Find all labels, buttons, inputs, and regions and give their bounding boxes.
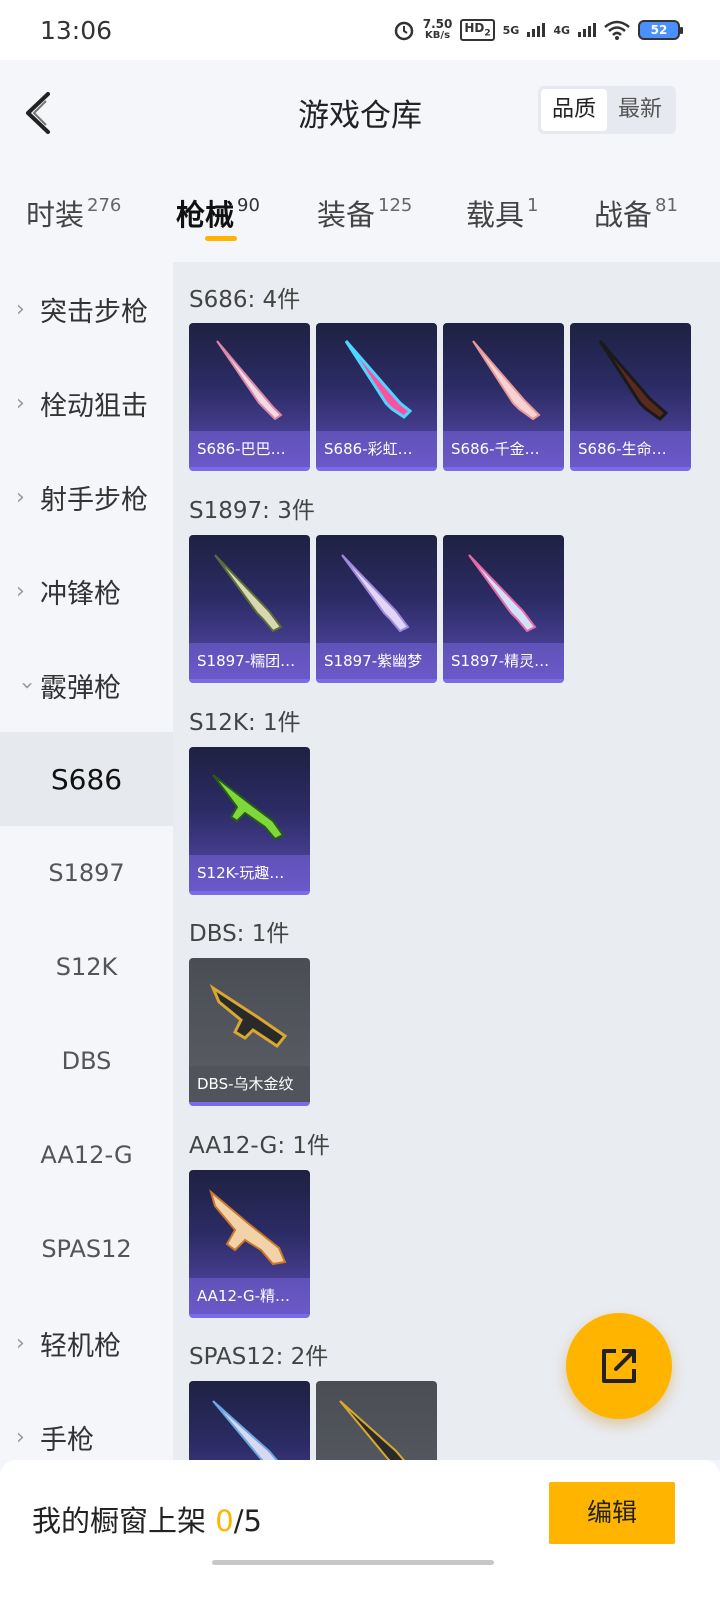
- item-card[interactable]: S1897-紫幽梦: [316, 535, 437, 683]
- sidebar-subitem-s686[interactable]: S686: [0, 732, 173, 826]
- status-icons: 7.50 KB/s HD2 5G 4G 52: [393, 17, 683, 42]
- shotgun-skin-icon: [209, 1189, 287, 1266]
- sidebar-item-smg[interactable]: › 冲锋枪: [0, 544, 173, 638]
- item-card[interactable]: [316, 1381, 437, 1460]
- shotgun-skin-icon: [472, 340, 541, 421]
- signal-5g-label: 5G: [502, 23, 520, 37]
- sidebar-subitem-s12k[interactable]: S12K: [0, 920, 173, 1014]
- share-external-icon: [602, 1349, 636, 1383]
- battery-icon: 52: [638, 20, 683, 40]
- chevron-right-icon: ›: [16, 1424, 25, 1450]
- bottom-bar: 我的橱窗上架 0/5 编辑: [0, 1460, 720, 1600]
- group-title-s1897: S1897: 3件: [189, 498, 315, 524]
- group-title-s12k: S12K: 1件: [189, 710, 301, 736]
- sort-newest-button[interactable]: 最新: [607, 89, 673, 131]
- chevron-right-icon: ›: [16, 578, 25, 604]
- alarm-icon: [394, 21, 413, 41]
- active-tab-indicator: [205, 236, 237, 241]
- tab-supplies[interactable]: 战备 81: [594, 192, 678, 234]
- item-card[interactable]: [189, 1381, 310, 1460]
- item-card[interactable]: S686-生命…: [570, 323, 691, 471]
- home-indicator[interactable]: [212, 1560, 494, 1565]
- tab-guns[interactable]: 枪械 90: [176, 192, 260, 234]
- signal-4g-label: 4G: [553, 23, 570, 37]
- item-card[interactable]: S1897-精灵…: [443, 535, 564, 683]
- sort-quality-button[interactable]: 品质: [541, 89, 607, 131]
- category-tabs: 时装 276 枪械 90 装备 125 载具 1 战备 81: [0, 170, 720, 262]
- shotgun-skin-icon: [341, 554, 410, 633]
- tab-fashion[interactable]: 时装 276: [26, 192, 121, 234]
- group-title-dbs: DBS: 1件: [189, 921, 290, 947]
- shotgun-skin-icon: [344, 340, 413, 419]
- group-title-s686: S686: 4件: [189, 287, 301, 313]
- shotgun-skin-icon: [216, 340, 283, 421]
- item-grid: S686: 4件 S686-巴巴… S686-彩虹… S686-千金… S686…: [173, 262, 720, 1460]
- signal-bars-icon-2: [578, 23, 596, 37]
- sidebar-item-assault-rifle[interactable]: › 突击步枪: [0, 262, 173, 356]
- edit-button[interactable]: 编辑: [549, 1482, 675, 1544]
- sidebar: › 突击步枪 › 栓动狙击 › 射手步枪 › 冲锋枪 › 霰弹枪 S686 S1897 S…: [0, 262, 173, 1460]
- sidebar-item-lmg[interactable]: › 轻机枪: [0, 1296, 173, 1390]
- item-card[interactable]: DBS-乌木金纹: [189, 958, 310, 1106]
- chevron-right-icon: ›: [16, 484, 25, 510]
- sidebar-subitem-dbs[interactable]: DBS: [0, 1014, 173, 1108]
- sidebar-item-pistol[interactable]: › 手枪: [0, 1390, 173, 1460]
- sort-toggle: 品质 最新: [538, 86, 676, 134]
- item-card[interactable]: AA12-G-精…: [189, 1170, 310, 1318]
- rifle-skin-icon: [212, 774, 285, 841]
- status-bar: 13:06 7.50 KB/s HD2 5G 4G 52: [0, 0, 720, 60]
- tab-vehicles[interactable]: 载具 1: [466, 192, 538, 234]
- hd-icon: HD2: [460, 19, 495, 41]
- status-time: 13:06: [40, 16, 113, 45]
- shotgun-skin-icon: [468, 554, 537, 633]
- item-card[interactable]: S686-巴巴…: [189, 323, 310, 471]
- chevron-right-icon: ›: [16, 296, 25, 322]
- item-card[interactable]: S1897-糯团…: [189, 535, 310, 683]
- shotgun-skin-icon: [209, 984, 288, 1049]
- shotgun-skin-icon: [339, 1400, 406, 1460]
- header: 游戏仓库 品质 最新: [0, 60, 720, 170]
- group-title-aa12g: AA12-G: 1件: [189, 1133, 331, 1159]
- sidebar-item-marksman-rifle[interactable]: › 射手步枪: [0, 450, 173, 544]
- group-title-spas12: SPAS12: 2件: [189, 1344, 329, 1370]
- item-card[interactable]: S686-彩虹…: [316, 323, 437, 471]
- sidebar-subitem-aa12g[interactable]: AA12-G: [0, 1108, 173, 1202]
- chevron-right-icon: ›: [16, 1330, 25, 1356]
- shotgun-skin-icon: [598, 340, 669, 421]
- sidebar-item-shotgun[interactable]: › 霰弹枪: [0, 638, 173, 732]
- sidebar-item-bolt-sniper[interactable]: › 栓动狙击: [0, 356, 173, 450]
- share-button[interactable]: [566, 1313, 672, 1419]
- tab-equipment[interactable]: 装备 125: [317, 192, 412, 234]
- shotgun-skin-icon: [212, 1400, 279, 1460]
- shotgun-skin-icon: [214, 554, 283, 633]
- item-card[interactable]: S686-千金…: [443, 323, 564, 471]
- signal-bars-icon: [527, 23, 546, 37]
- sidebar-subitem-s1897[interactable]: S1897: [0, 826, 173, 920]
- showcase-status: 我的橱窗上架 0/5: [32, 1504, 262, 1538]
- wifi-icon: [604, 20, 630, 40]
- chevron-down-icon: ›: [14, 680, 40, 690]
- chevron-right-icon: ›: [16, 390, 25, 416]
- sidebar-subitem-spas12[interactable]: SPAS12: [0, 1202, 173, 1296]
- network-speed: 7.50 KB/s: [422, 17, 453, 41]
- item-card[interactable]: S12K-玩趣…: [189, 747, 310, 895]
